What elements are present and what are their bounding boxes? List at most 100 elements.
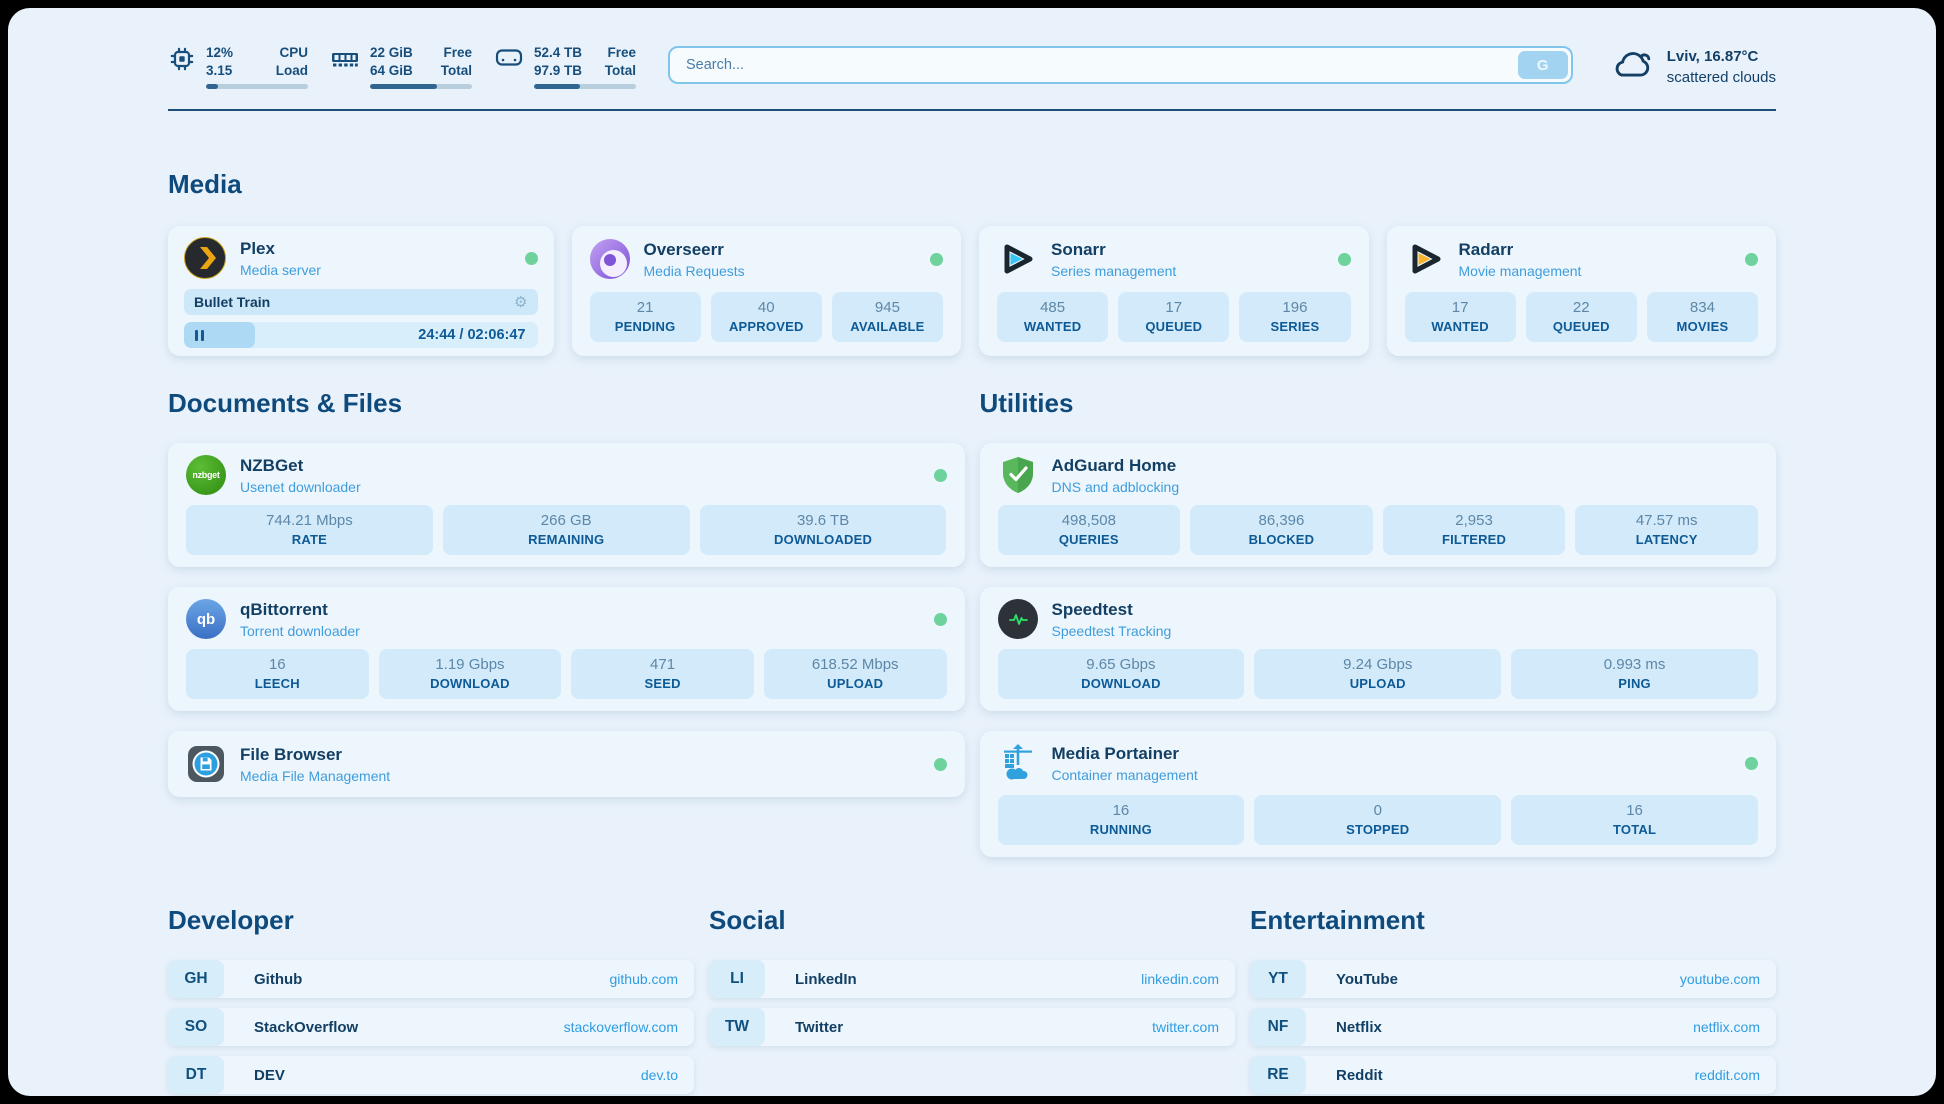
app-name: Radarr [1459,240,1582,260]
app-card-nzbget[interactable]: nzbget NZBGet Usenet downloader 744.21 M… [168,443,965,567]
app-subtitle: Media Requests [644,263,745,279]
playback-progress-bar[interactable]: 24:44 / 02:06:47 [184,322,538,348]
stat-rate: 744.21 Mbps RATE [186,505,433,555]
bookmark-url: twitter.com [1152,1019,1219,1035]
bookmark-netflix[interactable]: NF Netflix netflix.com [1250,1008,1776,1046]
filebrowser-icon [186,744,226,784]
bookmark-github[interactable]: GH Github github.com [168,960,694,998]
section-developer: Developer GH Github github.com SO StackO… [168,905,694,1094]
entertainment-section-title: Entertainment [1250,905,1776,936]
app-card-sonarr[interactable]: Sonarr Series management 485 WANTED 17 Q… [979,226,1369,356]
developer-section-title: Developer [168,905,694,936]
section-media: Media Plex Media server Bullet Train ⚙ [168,169,1776,356]
status-dot [934,469,947,482]
bookmark-url: github.com [610,971,678,987]
stat-wanted: 17 WANTED [1405,292,1516,342]
app-name: Media Portainer [1052,744,1198,764]
stat-running: 16 RUNNING [998,795,1245,845]
media-section-title: Media [168,169,1776,200]
portainer-icon [998,743,1038,783]
app-subtitle: Torrent downloader [240,623,360,639]
stat-value: 485 [1001,299,1104,316]
stat-queries: 498,508 QUERIES [998,505,1181,555]
app-subtitle: Usenet downloader [240,479,361,495]
cpu-label: CPU [276,44,308,62]
stat-label: UPLOAD [1258,676,1497,691]
app-name: File Browser [240,745,390,765]
utilities-section-title: Utilities [980,388,1777,419]
stat-value: 2,953 [1387,512,1562,529]
search-bar: G [668,46,1573,84]
bookmark-abbr: LI [709,960,765,998]
stat-value: 471 [575,656,750,673]
cpu-label-2: Load [276,62,308,80]
gear-icon[interactable]: ⚙ [514,293,527,311]
bookmark-abbr: RE [1250,1056,1306,1094]
bookmark-dev[interactable]: DT DEV dev.to [168,1056,694,1094]
stat-blocked: 86,396 BLOCKED [1190,505,1373,555]
stat-label: STOPPED [1258,822,1497,837]
speedtest-icon [998,599,1038,639]
bookmark-abbr: SO [168,1008,224,1046]
bookmark-abbr: NF [1250,1008,1306,1046]
stat-value: 40 [715,299,818,316]
app-name: Overseerr [644,240,745,260]
app-subtitle: Media server [240,262,321,278]
stat-remaining: 266 GB REMAINING [443,505,690,555]
stat-label: LEECH [190,676,365,691]
app-card-filebrowser[interactable]: File Browser Media File Management [168,731,965,797]
stat-label: BLOCKED [1194,532,1369,547]
stat-value: 16 [1002,802,1241,819]
stat-label: TOTAL [1515,822,1754,837]
stat-value: 196 [1243,299,1346,316]
search-engine-button[interactable]: G [1518,51,1568,79]
section-entertainment: Entertainment YT YouTube youtube.com NF … [1250,905,1776,1094]
weather-condition: scattered clouds [1667,67,1776,88]
qbittorrent-icon: qb [186,599,226,639]
app-card-adguard[interactable]: AdGuard Home DNS and adblocking 498,508 … [980,443,1777,567]
stat-label: QUEUED [1530,319,1633,334]
stat-label: SERIES [1243,319,1346,334]
pause-icon[interactable] [195,330,204,341]
app-card-speedtest[interactable]: Speedtest Speedtest Tracking 9.65 Gbps D… [980,587,1777,711]
disk-label-free: Free [605,44,636,62]
stat-value: 86,396 [1194,512,1369,529]
bookmark-reddit[interactable]: RE Reddit reddit.com [1250,1056,1776,1094]
stat-stopped: 0 STOPPED [1254,795,1501,845]
stat-movies: 834 MOVIES [1647,292,1758,342]
stat-label: PENDING [594,319,697,334]
stat-filtered: 2,953 FILTERED [1383,505,1566,555]
stat-label: DOWNLOADED [704,532,943,547]
app-card-qbittorrent[interactable]: qb qBittorrent Torrent downloader 16 LEE… [168,587,965,711]
app-card-portainer[interactable]: Media Portainer Container management 16 … [980,731,1777,857]
app-card-radarr[interactable]: Radarr Movie management 17 WANTED 22 QUE… [1387,226,1777,356]
top-bar: 12% 3.15 CPU Load [168,8,1776,89]
bookmark-abbr: YT [1250,960,1306,998]
stat-approved: 40 APPROVED [711,292,822,342]
search-input[interactable] [670,57,1518,73]
stat-pending: 21 PENDING [590,292,701,342]
stat-label: RATE [190,532,429,547]
bookmark-twitter[interactable]: TW Twitter twitter.com [709,1008,1235,1046]
sonarr-icon [997,239,1037,279]
disk-label-total: Total [605,62,636,80]
app-card-overseerr[interactable]: Overseerr Media Requests 21 PENDING 40 A… [572,226,962,356]
app-card-plex[interactable]: Plex Media server Bullet Train ⚙ 24:44 /… [168,226,554,356]
app-subtitle: Speedtest Tracking [1052,623,1172,639]
bookmark-linkedin[interactable]: LI LinkedIn linkedin.com [709,960,1235,998]
now-playing-bar: Bullet Train ⚙ [184,289,538,315]
header-divider [168,109,1776,111]
app-subtitle: DNS and adblocking [1052,479,1180,495]
stat-series: 196 SERIES [1239,292,1350,342]
status-dot [525,252,538,265]
section-documents-files: Documents & Files nzbget NZBGet Usenet d… [168,388,965,857]
stat-value: 39.6 TB [704,512,943,529]
bookmark-stackoverflow[interactable]: SO StackOverflow stackoverflow.com [168,1008,694,1046]
stat-label: PING [1515,676,1754,691]
stat-label: QUERIES [1002,532,1177,547]
ram-total: 64 GiB [370,62,413,80]
bookmark-youtube[interactable]: YT YouTube youtube.com [1250,960,1776,998]
ram-free: 22 GiB [370,44,413,62]
weather-location: Lviv, 16.87°C [1667,46,1776,67]
system-stats: 12% 3.15 CPU Load [168,44,636,89]
